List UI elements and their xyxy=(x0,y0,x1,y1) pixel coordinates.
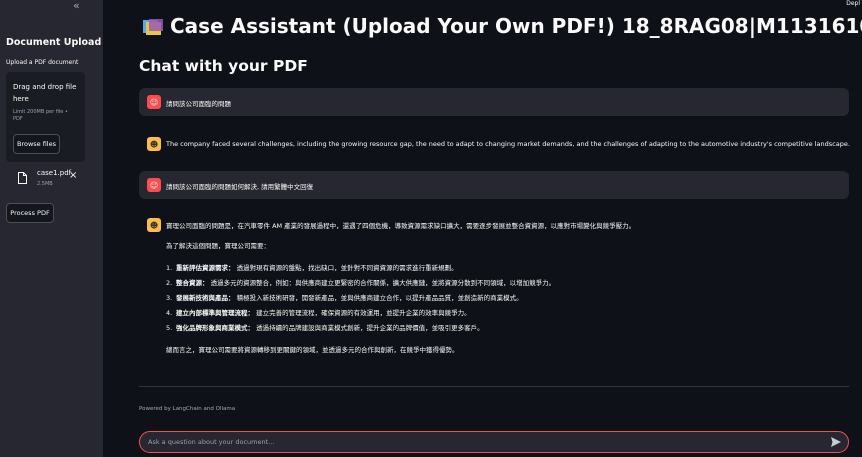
remove-file-icon[interactable]: × xyxy=(69,170,77,181)
assistant-avatar-icon: ☻ xyxy=(147,218,161,232)
file-icon xyxy=(18,172,27,184)
divider xyxy=(139,386,849,387)
page-title: Case Assistant (Upload Your Own PDF!) 18… xyxy=(170,14,862,38)
uploaded-file: case1.pdf 2.5MB × xyxy=(14,168,84,192)
answer-list-item: 3. 發展新技術與產品： 積極投入新技術研發，開發新產品，並與供應商建立合作，以提… xyxy=(166,294,523,302)
file-name: case1.pdf xyxy=(37,169,72,177)
message-text: 請問該公司面臨的問題如何解決, 請用繁體中文回復 xyxy=(166,183,314,191)
message-text: The company faced several challenges, in… xyxy=(166,140,850,148)
chat-input-container xyxy=(139,431,849,453)
collapse-sidebar-button[interactable]: « xyxy=(73,0,80,12)
deploy-button[interactable]: Depl xyxy=(846,0,860,7)
process-pdf-button[interactable]: Process PDF xyxy=(6,203,54,223)
chat-message-assistant: ☻ The company faced several challenges, … xyxy=(139,130,850,158)
answer-list-item: 5. 強化品牌形象與商業模式： 透過持續的品牌建設與商業模式創新，提升企業的品牌價… xyxy=(166,324,484,332)
page-subtitle: Chat with your PDF xyxy=(139,57,308,75)
assistant-avatar-icon: ☻ xyxy=(147,137,161,151)
send-icon[interactable] xyxy=(830,436,842,448)
answer-conclusion: 總而言之，寶理公司需要將資源轉移到更關鍵的領域，並透過多元的合作與創新，在競爭中… xyxy=(166,346,459,354)
powered-by-text: Powered by LangChain and Ollama xyxy=(139,406,236,412)
dropzone-limit: Limit 200MB per file • PDF xyxy=(13,109,68,122)
case-assistant-icon xyxy=(143,19,163,35)
answer-list-item: 2. 整合資源： 透過多元的資源整合，例如：與供應商建立更緊密的合作關係，擴大供應… xyxy=(166,279,556,287)
sidebar: « Document Upload Upload a PDF document … xyxy=(0,0,103,457)
file-size: 2.5MB xyxy=(37,181,53,187)
chat-input[interactable] xyxy=(148,435,818,449)
answer-lead: 為了解決這個問題，寶理公司需要： xyxy=(166,242,270,250)
chat-message-assistant: ☻ 寶理公司面臨的問題是，在汽車零件 AM 產業的發展過程中，還遇了四個危機，導… xyxy=(139,210,849,360)
answer-list-item: 4. 建立內部標準與管理流程： 建立完善的管理流程，確保資源的有效運用，並提升企業… xyxy=(166,309,471,317)
message-text: 請問該公司面臨的問題 xyxy=(166,100,231,108)
upload-label: Upload a PDF document xyxy=(6,59,79,66)
chat-message-user: ☺ 請問該公司面臨的問題如何解決, 請用繁體中文回復 xyxy=(139,171,849,199)
file-dropzone[interactable]: Drag and drop file here Limit 200MB per … xyxy=(6,72,85,162)
browse-files-button[interactable]: Browse files xyxy=(13,134,60,154)
answer-intro: 寶理公司面臨的問題是，在汽車零件 AM 產業的發展過程中，還遇了四個危機，導致資… xyxy=(166,222,636,230)
dropzone-instructions: Drag and drop file here xyxy=(13,83,77,103)
user-avatar-icon: ☺ xyxy=(147,95,161,109)
sidebar-title: Document Upload xyxy=(6,37,102,48)
user-avatar-icon: ☺ xyxy=(147,178,161,192)
chat-message-user: ☺ 請問該公司面臨的問題 xyxy=(139,88,849,116)
answer-list-item: 1. 重新評估資源需求： 透過對現有資源的盤點，找出缺口，並針對不同資資源的需求進… xyxy=(166,264,458,272)
